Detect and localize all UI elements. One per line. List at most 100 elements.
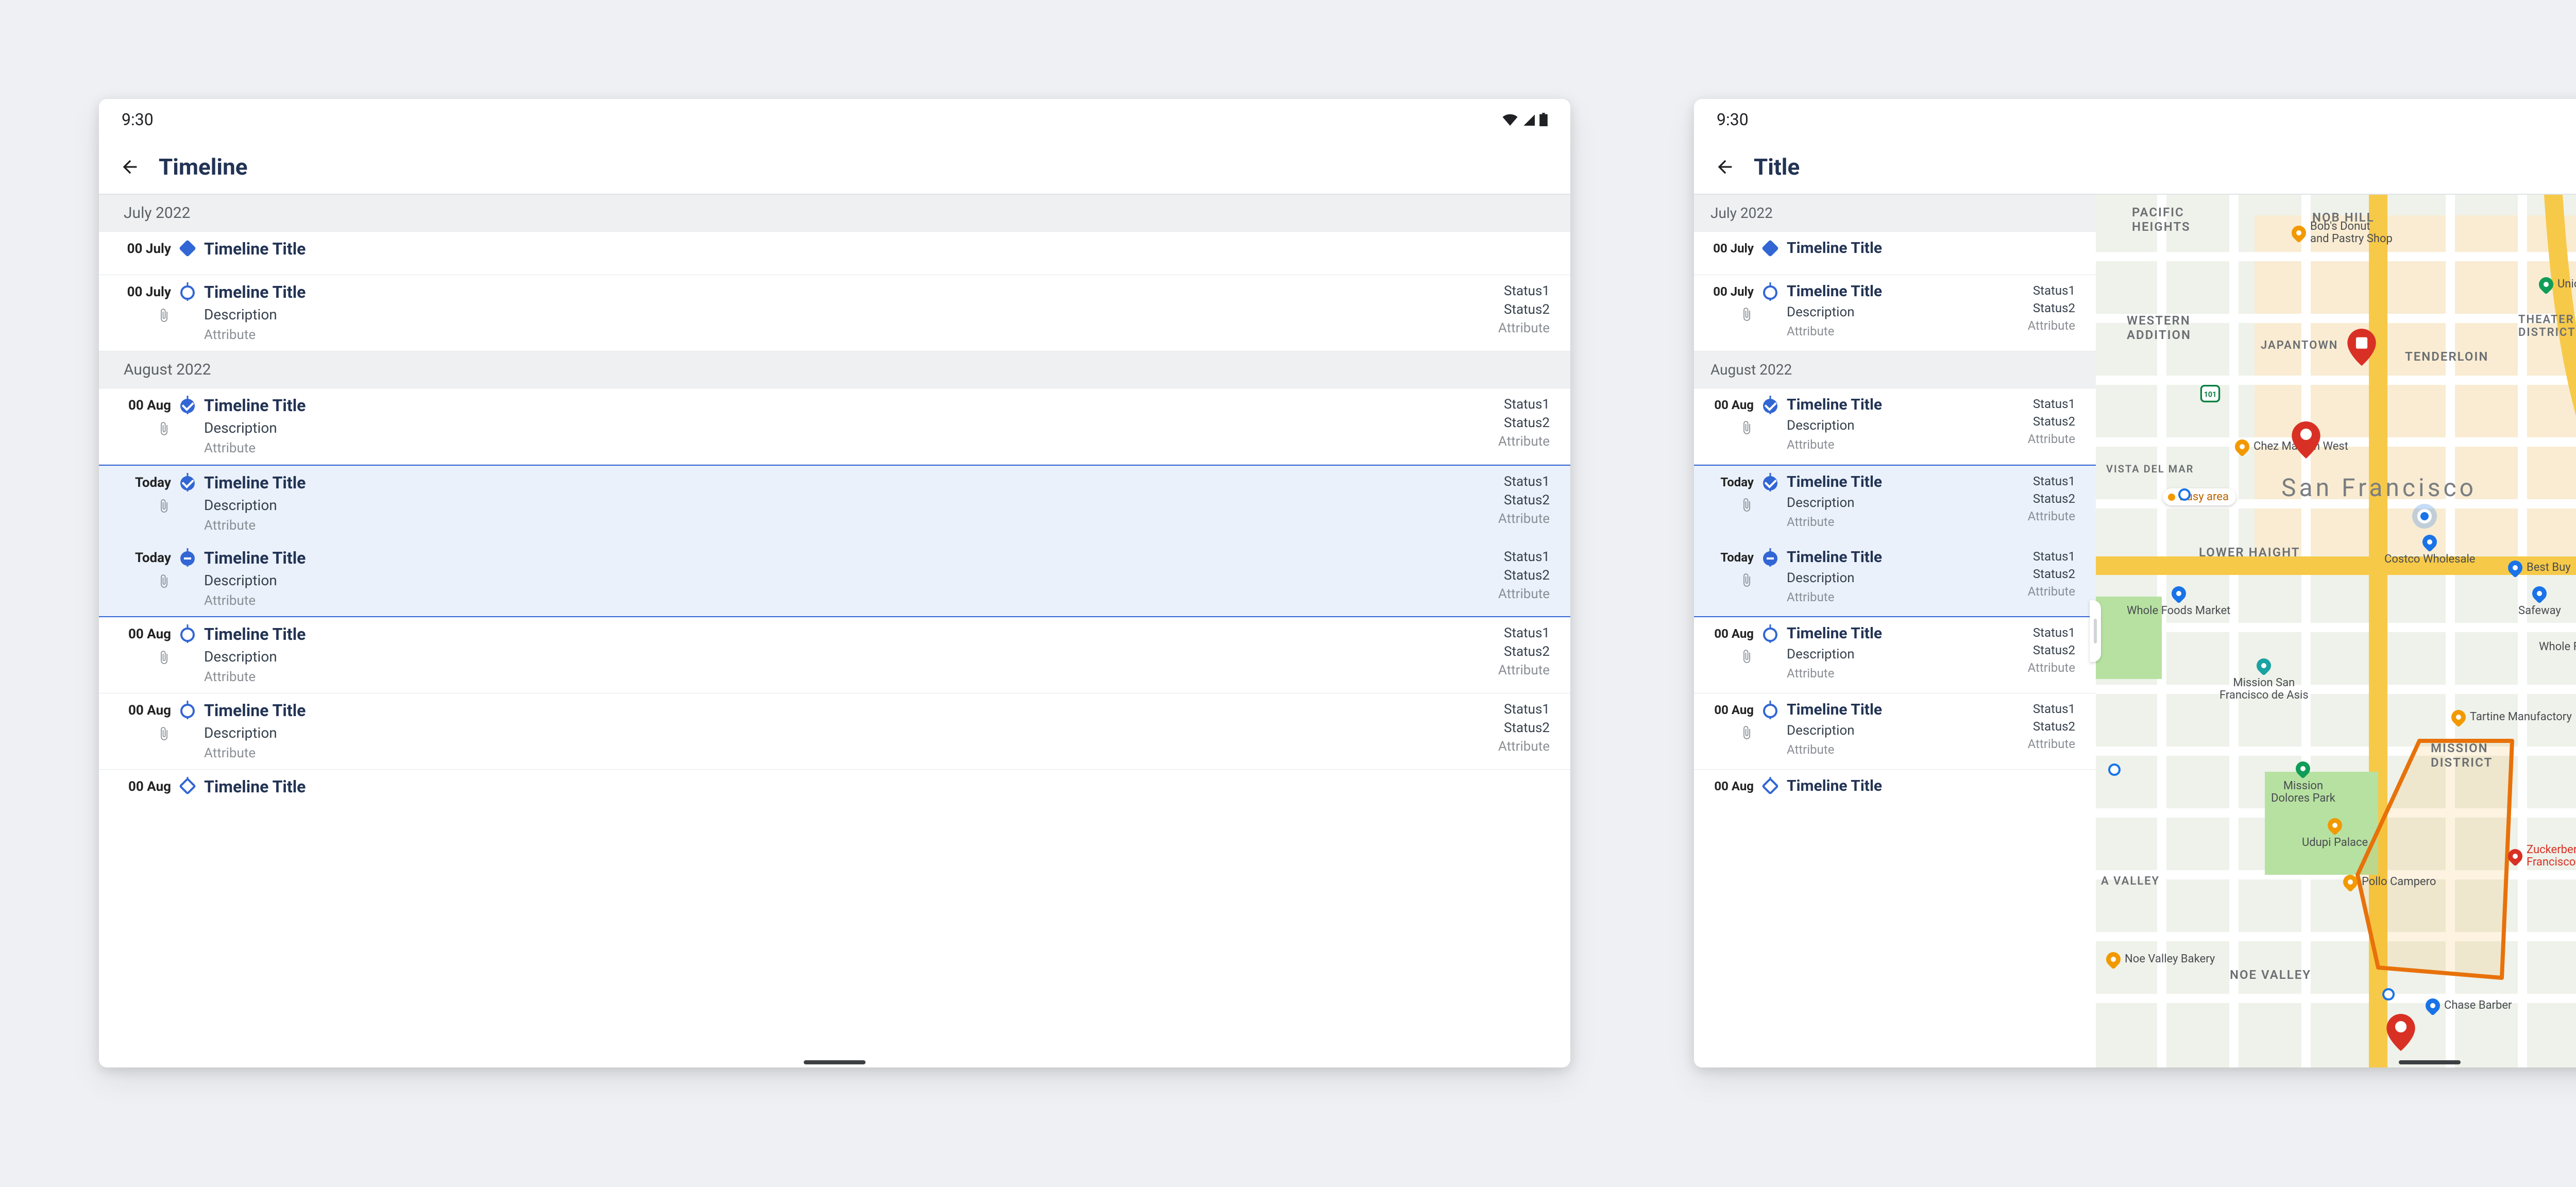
timeline-item-selected[interactable]: Today Timeline Title Description Attribu… [1694,465,2096,541]
timeline-item[interactable]: 00 Aug Timeline Title [1694,770,2096,813]
timeline-item[interactable]: 00 July Timeline Title [1694,232,2096,275]
attachment-icon [157,726,171,741]
map-pane[interactable]: San Francisco Busy area Busy area PACIFI… [2096,195,2576,1067]
timeline-item[interactable]: 00 Aug Timeline Title [99,770,1570,813]
timeline-node-open-icon [180,285,195,300]
split-divider-handle[interactable] [2090,600,2101,662]
timeline-item[interactable]: 00 Aug Timeline Title Description Attrib… [1694,693,2096,770]
timeline-date: 00 Aug [1714,779,1754,793]
attachment-icon [157,650,171,665]
timeline-meta: Status1 Status2 Attribute [1498,701,1550,754]
timeline-date: 00 Aug [1714,626,1754,641]
timeline-date: 00 Aug [128,703,171,718]
timeline-date: Today [1720,550,1754,565]
attachment-icon [1739,498,1754,512]
timeline-title: Timeline Title [204,548,1486,568]
timeline-date: 00 Aug [128,626,171,642]
timeline-item-selected[interactable]: Today Timeline Title Description Attribu… [99,541,1570,617]
highway-shield-icon: 101 [2199,382,2222,405]
timeline-item[interactable]: 00 Aug Timeline Title Description Attrib… [99,617,1570,693]
timeline-desc: Description [1787,647,2015,662]
timeline-item[interactable]: 00 July Timeline Title Description Attri… [99,275,1570,351]
map-marker-icon [2292,421,2320,459]
section-header-july: July 2022 [99,195,1570,232]
timeline-item-selected[interactable]: Today Timeline Title Description Attribu… [99,465,1570,541]
timeline-attr: Attribute [1787,590,2015,604]
attachment-icon [1739,573,1754,587]
timeline-node-now-icon [1763,551,1777,566]
timeline-desc: Description [204,724,1486,741]
timeline-meta: Status1Status2Attribute [2028,701,2075,751]
timeline-date: 00 July [127,284,171,300]
timeline-meta: Status1Status2Attribute [2028,282,2075,333]
cellular-icon [1522,113,1535,126]
timeline-attr: Attribute [204,440,1486,456]
nav-handle[interactable] [2399,1060,2461,1064]
timeline-attr: Attribute [204,593,1486,608]
statusbar: 9:30 [99,99,1570,140]
timeline-item[interactable]: 00 Aug Timeline Title Description Attrib… [99,693,1570,770]
timeline-node-now-icon [180,551,195,566]
section-header-august: August 2022 [99,351,1570,388]
timeline-item[interactable]: 00 Aug Timeline Title Description Attrib… [99,388,1570,465]
timeline-desc: Description [1787,570,2015,586]
nav-handle[interactable] [804,1060,866,1064]
timeline-date: Today [135,550,171,566]
map-busy-label: Busy area [2163,488,2236,505]
timeline-item[interactable]: 00 July Timeline Title [99,232,1570,275]
timeline-item[interactable]: 00 Aug Timeline Title Description Attrib… [1694,617,2096,693]
arrow-back-icon [1715,157,1735,177]
timeline-node-complete-icon [1763,399,1777,413]
map-area-label: VISTA DEL MAR [2106,463,2194,475]
timeline-item-selected[interactable]: Today Timeline Title Description Attribu… [1694,541,2096,617]
attachment-icon [1739,725,1754,740]
device-timeline-map: 9:30 Title July 2022 00 July Timeline Ti… [1694,99,2576,1067]
timeline-date: 00 July [1713,241,1754,256]
attachment-icon [157,499,171,513]
map-area-label: TENDERLOIN [2405,349,2488,364]
timeline-attr: Attribute [204,745,1486,761]
timeline-node-start-icon [179,240,196,257]
map-city-label: San Francisco [2281,473,2477,502]
attachment-icon [157,421,171,436]
map-marker-icon [2386,1014,2415,1051]
timeline-desc: Description [1787,304,2015,320]
timeline-date: 00 July [127,241,171,257]
timeline-attr: Attribute [1787,324,2015,338]
timeline-item[interactable]: 00 July Timeline Title Description Attri… [1694,275,2096,351]
timeline-desc: Description [1787,495,2015,511]
timeline-node-complete-icon [180,399,195,413]
timeline-attr: Attribute [1787,666,2015,681]
timeline-title: Timeline Title [1787,473,2015,491]
map-area-label: PACIFIC HEIGHTS [2132,205,2191,234]
timeline-title: Timeline Title [204,239,1550,259]
map-area-label: MISSION DISTRICT [2431,741,2493,770]
transit-station-icon [2108,764,2121,776]
map-area-label: WESTERN ADDITION [2127,313,2191,342]
timeline-item[interactable]: 00 Aug Timeline Title Description Attrib… [1694,388,2096,465]
status-icons [1502,113,1548,126]
map-area-label: A VALLEY [2101,875,2160,888]
map-area-label: JAPANTOWN [2261,339,2338,352]
timeline-meta: Status1Status2Attribute [2028,548,2075,599]
timeline-title: Timeline Title [204,282,1486,302]
svg-text:101: 101 [2204,391,2217,399]
timeline-pane: July 2022 00 July Timeline Title 00 July… [1694,195,2096,1067]
timeline-title: Timeline Title [1787,777,2075,795]
battery-icon [1539,113,1548,126]
timeline-node-open-icon [180,628,195,642]
timeline-attr: Attribute [204,327,1486,343]
back-button[interactable] [115,152,144,181]
timeline-attr: Attribute [1787,515,2015,529]
timeline-meta: Status1Status2Attribute [2028,396,2075,446]
timeline-date: 00 July [1713,284,1754,299]
timeline-meta: Status1Status2Attribute [2028,624,2075,675]
page-title: Timeline [159,154,248,180]
appbar: Title [1694,140,2576,195]
back-button[interactable] [1710,152,1739,181]
timeline-date: 00 Aug [1714,398,1754,412]
timeline-date: 00 Aug [1714,703,1754,717]
timeline-title: Timeline Title [1787,282,2015,300]
timeline-pane: July 2022 00 July Timeline Title [99,195,1570,1067]
timeline-title: Timeline Title [1787,624,2015,642]
